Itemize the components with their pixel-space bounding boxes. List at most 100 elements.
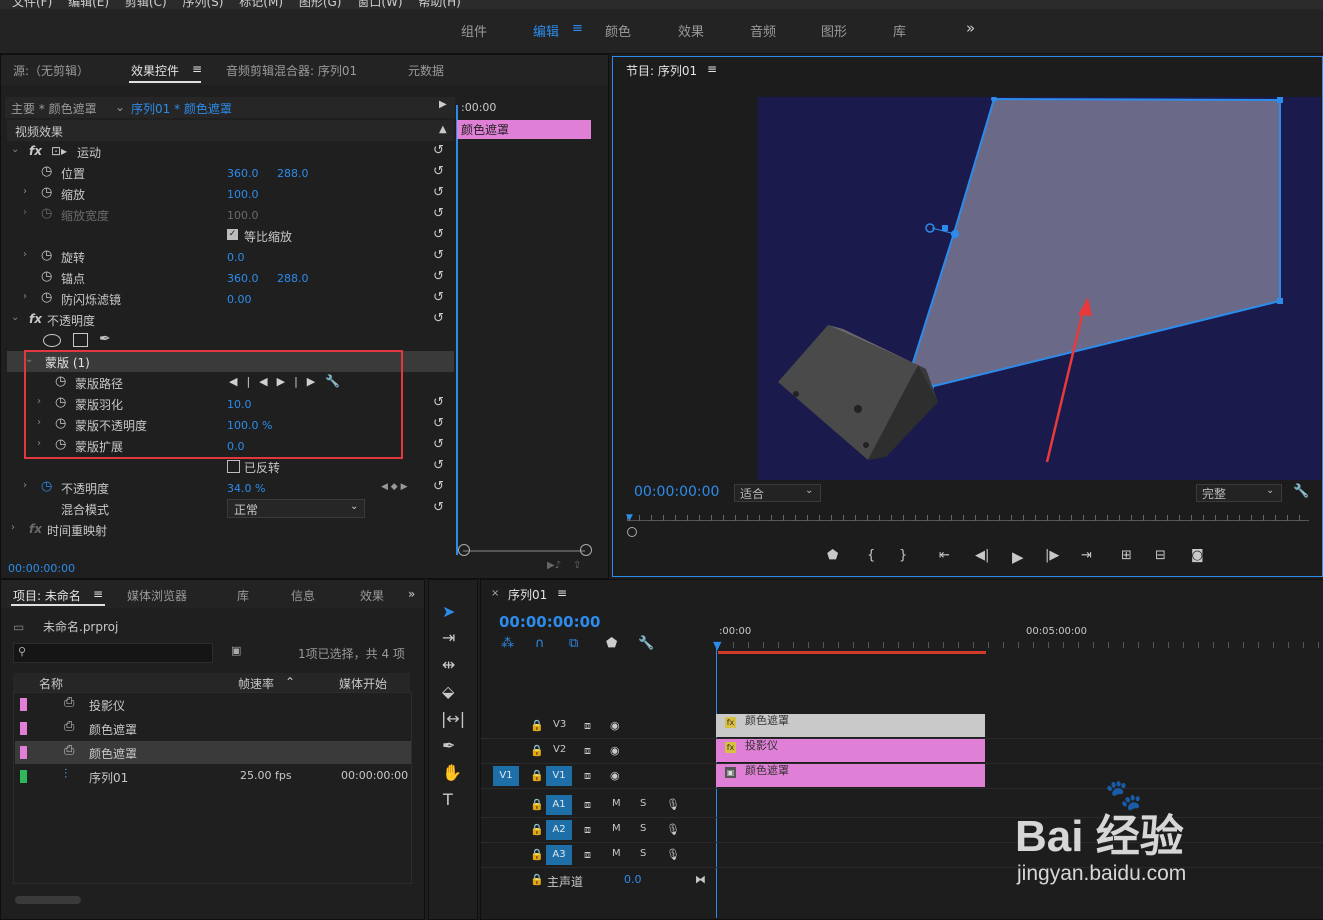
panel-menu-icon[interactable]: ≡ [707, 62, 717, 76]
fit-select[interactable]: 适合 ⌄ [734, 484, 821, 502]
track-target-a1[interactable]: A1 [546, 795, 572, 815]
lock-icon[interactable]: 🔒 [530, 848, 544, 861]
solo-button[interactable]: S [640, 798, 646, 809]
mute-button[interactable]: M [612, 848, 621, 859]
workspace-effects[interactable]: 效果 [678, 21, 704, 40]
play-icon[interactable]: ▶ [1012, 548, 1024, 566]
export-icon[interactable]: ⇪ [573, 560, 581, 571]
reset-icon[interactable]: ↺ [433, 164, 444, 179]
lock-icon[interactable]: 🔒 [530, 823, 544, 836]
expand-icon[interactable]: ⌄ [11, 312, 19, 323]
eye-icon[interactable]: ◉ [610, 769, 620, 782]
track-target-v1[interactable]: V1 [546, 766, 572, 786]
mute-button[interactable]: M [612, 798, 621, 809]
mark-out-icon[interactable]: } [899, 548, 907, 563]
fx-icon[interactable]: fx [29, 144, 42, 158]
timeline-ruler-ticks[interactable] [718, 642, 1321, 648]
add-marker-icon[interactable]: ⬟ [827, 548, 838, 563]
microphone-icon[interactable]: 🎙 [666, 798, 680, 811]
anchor-x-value[interactable]: 360.0 [227, 272, 259, 285]
tab-metadata[interactable]: 元数据 [408, 62, 444, 79]
reset-icon[interactable]: ↺ [433, 416, 444, 431]
sync-lock-icon[interactable]: ⧈ [584, 798, 591, 812]
new-bin-icon[interactable]: ▣ [231, 644, 241, 657]
tab-effects[interactable]: 效果 [360, 587, 384, 604]
effect-timecode[interactable]: 00:00:00:00 [8, 562, 75, 575]
monitor-playhead[interactable]: ▼ [626, 513, 633, 523]
menu-graphics[interactable]: 图形(G) [299, 0, 342, 9]
timeline-timecode[interactable]: 00:00:00:00 [499, 613, 601, 631]
mute-button[interactable]: M [612, 823, 621, 834]
go-to-out-icon[interactable]: ⇥ [1081, 548, 1092, 563]
microphone-icon[interactable]: 🎙 [666, 848, 680, 861]
master-clip-label[interactable]: 主要 * 颜色遮罩 [11, 100, 97, 117]
expand-icon[interactable]: › [11, 522, 15, 533]
opacity-value[interactable]: 34.0 % [227, 482, 265, 495]
tab-menu-icon[interactable]: ≡ [192, 62, 202, 76]
tab-project[interactable]: 项目: 未命名 [13, 587, 81, 604]
eye-icon[interactable]: ◉ [610, 744, 620, 757]
camera-icon[interactable]: ◙ [1191, 548, 1204, 563]
position-y-value[interactable]: 288.0 [277, 167, 309, 180]
menu-file[interactable]: 文件(F) [12, 0, 52, 9]
microphone-icon[interactable]: 🎙 [666, 823, 680, 836]
expand-icon[interactable]: › [23, 480, 27, 491]
wrench-icon[interactable]: 🔧 [638, 636, 654, 651]
anchor-y-value[interactable]: 288.0 [277, 272, 309, 285]
clip-v3[interactable]: fx 颜色遮罩 [716, 714, 985, 737]
step-back-icon[interactable]: ◀| [975, 548, 989, 563]
workspace-color[interactable]: 颜色 [605, 21, 631, 40]
sync-lock-icon[interactable]: ⧈ [584, 744, 591, 758]
tab-libraries[interactable]: 库 [237, 587, 249, 604]
timeline-tab[interactable]: 序列01 [508, 586, 547, 603]
pen-mask-icon[interactable]: ✒ [99, 331, 111, 347]
go-to-end-icon[interactable]: ⧓ [695, 873, 706, 886]
menu-clip[interactable]: 剪辑(C) [125, 0, 167, 9]
reset-icon[interactable]: ↺ [433, 395, 444, 410]
source-patch-v1[interactable]: V1 [493, 766, 519, 786]
mini-clip[interactable]: 颜色遮罩 [457, 120, 591, 139]
ellipse-mask-icon[interactable] [43, 334, 61, 347]
stopwatch-icon[interactable]: ◷ [41, 164, 52, 179]
lock-icon[interactable]: 🔒 [530, 873, 544, 886]
lock-icon[interactable]: 🔒 [530, 798, 544, 811]
step-forward-icon[interactable]: |▶ [1045, 548, 1059, 563]
menu-edit[interactable]: 编辑(E) [68, 0, 109, 9]
workspace-more-icon[interactable]: » [966, 19, 975, 37]
workspace-editing[interactable]: 编辑 [533, 21, 559, 40]
stopwatch-icon[interactable]: ◷ [41, 269, 52, 284]
stopwatch-icon[interactable]: ◷ [41, 290, 52, 305]
mini-playhead[interactable] [456, 105, 458, 555]
reset-icon[interactable]: ↺ [433, 206, 444, 221]
expand-icon[interactable]: › [23, 249, 27, 260]
text-tool-icon[interactable]: T [443, 790, 453, 809]
program-video-frame[interactable] [758, 97, 1321, 480]
quality-select[interactable]: 完整 ⌄ [1196, 484, 1282, 502]
add-marker-icon[interactable]: ⬟ [606, 636, 617, 651]
menu-help[interactable]: 帮助(H) [418, 0, 460, 9]
close-icon[interactable]: × [491, 588, 499, 599]
pen-tool-icon[interactable]: ✒ [442, 736, 455, 755]
clip-v2[interactable]: fx 投影仪 [716, 739, 985, 762]
workspace-audio[interactable]: 音频 [750, 21, 776, 40]
workspace-menu-icon[interactable]: ≡ [572, 21, 583, 36]
eye-icon[interactable]: ◉ [610, 719, 620, 732]
expand-icon[interactable]: ⌄ [11, 144, 19, 155]
play-only-icon[interactable]: ▶♪ [547, 560, 561, 571]
master-volume-value[interactable]: 0.0 [624, 873, 642, 886]
stopwatch-icon[interactable]: ◷ [41, 248, 52, 263]
stopwatch-icon[interactable]: ◷ [41, 479, 52, 494]
workspace-graphics[interactable]: 图形 [821, 21, 847, 40]
program-timecode[interactable]: 00:00:00:00 [634, 484, 719, 500]
track-target-a3[interactable]: A3 [546, 845, 572, 865]
nest-icon[interactable]: ⁂ [501, 636, 514, 651]
rectangle-mask-icon[interactable] [73, 333, 88, 347]
menu-window[interactable]: 窗口(W) [357, 0, 402, 9]
selection-tool-icon[interactable]: ➤ [442, 602, 455, 621]
more-tabs-icon[interactable]: » [408, 587, 415, 601]
tab-effect-controls[interactable]: 效果控件 [131, 62, 179, 79]
chevron-down-icon[interactable]: ⌄ [115, 100, 125, 114]
snap-icon[interactable]: ∩ [535, 636, 545, 651]
reset-icon[interactable]: ↺ [433, 143, 444, 158]
clip-v1[interactable]: ▣ 颜色遮罩 [716, 764, 985, 787]
